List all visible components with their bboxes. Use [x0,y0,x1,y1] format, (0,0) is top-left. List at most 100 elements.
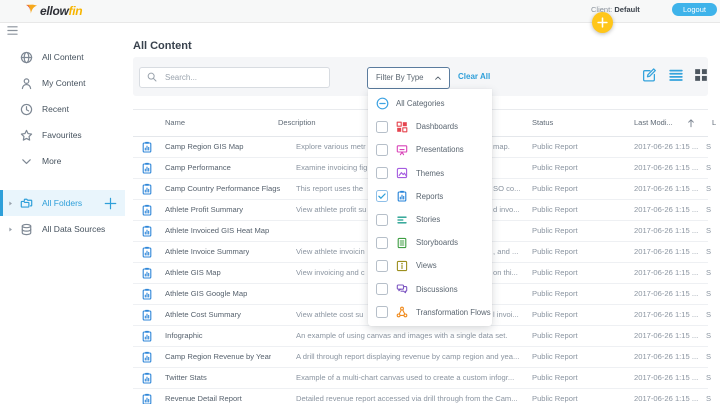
report-icon [141,162,153,174]
filter-option-views[interactable]: Views [368,254,492,277]
row-last-modified: 2017-06-26 1:15 ... [634,163,699,172]
checkbox-reports[interactable] [376,190,388,203]
report-icon [141,225,153,237]
checkbox-storyboards[interactable] [376,236,388,249]
sidebar-item-all-content[interactable]: All Content [0,44,125,70]
views-icon [396,260,408,272]
grid-view-icon[interactable] [694,68,708,82]
globe-icon [20,51,33,64]
sidebar-item-label: More [42,156,62,166]
logo-text-accent: fin [68,4,83,18]
row-extra-truncated: S [706,247,712,256]
column-header-description[interactable]: Description [278,110,316,136]
filter-option-dashboards[interactable]: Dashboards [368,115,492,138]
row-name: Athlete Invoiced GIS Heat Map [165,226,270,235]
plus-icon [597,17,608,28]
row-name: Athlete GIS Google Map [165,289,248,298]
table-row[interactable]: Camp Region Revenue by Year A drill throu… [133,347,712,368]
row-status: Public Report [532,163,578,172]
row-last-modified: 2017-06-26 1:15 ... [634,205,699,214]
checkbox-discussions[interactable] [376,283,388,296]
row-description: An example of using canvas and images wi… [296,331,508,340]
column-header-truncated[interactable]: L [712,110,716,136]
row-name: Infographic [165,331,203,340]
sidebar-item-my-content[interactable]: My Content [0,70,125,96]
filter-option-label: Reports [416,191,444,201]
add-folder-button[interactable] [104,197,117,210]
checkbox-dashboards[interactable] [376,120,388,133]
table-row[interactable]: Infographic An example of using canvas an… [133,326,711,347]
add-content-fab-button[interactable] [592,12,613,33]
checkbox-stories[interactable] [376,213,388,226]
filter-option-presentations[interactable]: Presentations [368,138,492,161]
filter-option-label: Themes [416,168,445,178]
search-box[interactable] [139,67,330,88]
list-view-icon[interactable] [669,68,683,82]
table-row[interactable]: Revenue Detail Report Detailed revenue re… [133,389,712,404]
row-extra-truncated: S [706,205,712,214]
row-description: View athlete cost su [296,310,364,319]
filter-option-discussions[interactable]: Discussions [368,278,492,301]
row-description-tail: on thi... [493,268,518,277]
all-categories-indeterminate-icon[interactable] [376,97,389,110]
filter-option-transformation-flows[interactable]: Transformation Flows [368,301,492,324]
logout-button[interactable]: Logout [672,3,717,16]
edit-pencil-icon[interactable] [642,68,656,82]
row-name: Revenue Detail Report [165,394,242,403]
stories-icon [396,214,408,226]
sidebar-item-more[interactable]: More [0,148,125,174]
sidebar-item-favourites[interactable]: Favourites [0,122,125,148]
caret-right-icon [7,200,14,207]
sidebar-item-all-data-sources[interactable]: All Data Sources [0,216,125,242]
row-name: Camp Country Performance Flags [165,184,281,193]
sidebar-item-label: All Folders [42,198,83,208]
row-last-modified: 2017-06-26 1:15 ... [634,268,699,277]
report-icon [141,204,153,216]
discussions-icon [396,283,408,295]
checkbox-views[interactable] [376,259,388,272]
row-status: Public Report [532,142,578,151]
table-row[interactable]: Twitter Stats Example of a multi-chart ca… [133,368,711,389]
filter-option-stories[interactable]: Stories [368,208,492,231]
sort-ascending-icon[interactable] [686,118,696,128]
filter-by-type-dropdown-button[interactable]: Filter By Type [367,67,450,89]
column-header-status[interactable]: Status [532,110,553,136]
row-extra-truncated: S [706,226,712,235]
filter-option-storyboards[interactable]: Storyboards [368,231,492,254]
search-input[interactable] [163,68,327,87]
person-icon [20,77,33,90]
sidebar-item-all-folders[interactable]: All Folders [0,190,125,216]
checkbox-transformation-flows[interactable] [376,306,388,319]
transformation-flows-icon [396,306,408,318]
row-extra-truncated: S [706,394,712,403]
menu-hamburger-icon[interactable] [6,25,19,36]
row-last-modified: 2017-06-26 1:15 ... [634,142,699,151]
reports-icon [396,190,408,202]
row-last-modified: 2017-06-26 1:15 ... [634,226,699,235]
checkbox-presentations[interactable] [376,143,388,156]
filter-option-themes[interactable]: Themes [368,162,492,185]
client-value: Default [614,5,640,14]
row-name: Athlete Invoice Summary [165,247,250,256]
yellowfin-logo[interactable]: ellow fin [24,2,83,20]
report-icon [141,288,153,300]
row-last-modified: 2017-06-26 1:15 ... [634,394,699,403]
column-header-name[interactable]: Name [165,110,185,136]
sidebar-item-label: Favourites [42,130,82,140]
presentations-icon [396,144,408,156]
clear-all-link[interactable]: Clear All [458,72,490,81]
row-name: Athlete Profit Summary [165,205,244,214]
sidebar-item-recent[interactable]: Recent [0,96,125,122]
row-extra-truncated: S [706,352,712,361]
column-header-last-modified[interactable]: Last Modi... [634,110,673,136]
checkbox-themes[interactable] [376,167,388,180]
row-name: Twitter Stats [165,373,207,382]
row-status: Public Report [532,205,578,214]
filter-option-label: Dashboards [416,122,459,132]
yellowfin-app: ellow fin Client: Default Logout All Con… [0,0,720,404]
filter-option-all-categories[interactable]: All Categories [368,92,492,115]
filter-option-reports[interactable]: Reports [368,185,492,208]
star-icon [20,129,33,142]
filter-option-label: Transformation Flows [416,307,491,317]
row-status: Public Report [532,310,578,319]
